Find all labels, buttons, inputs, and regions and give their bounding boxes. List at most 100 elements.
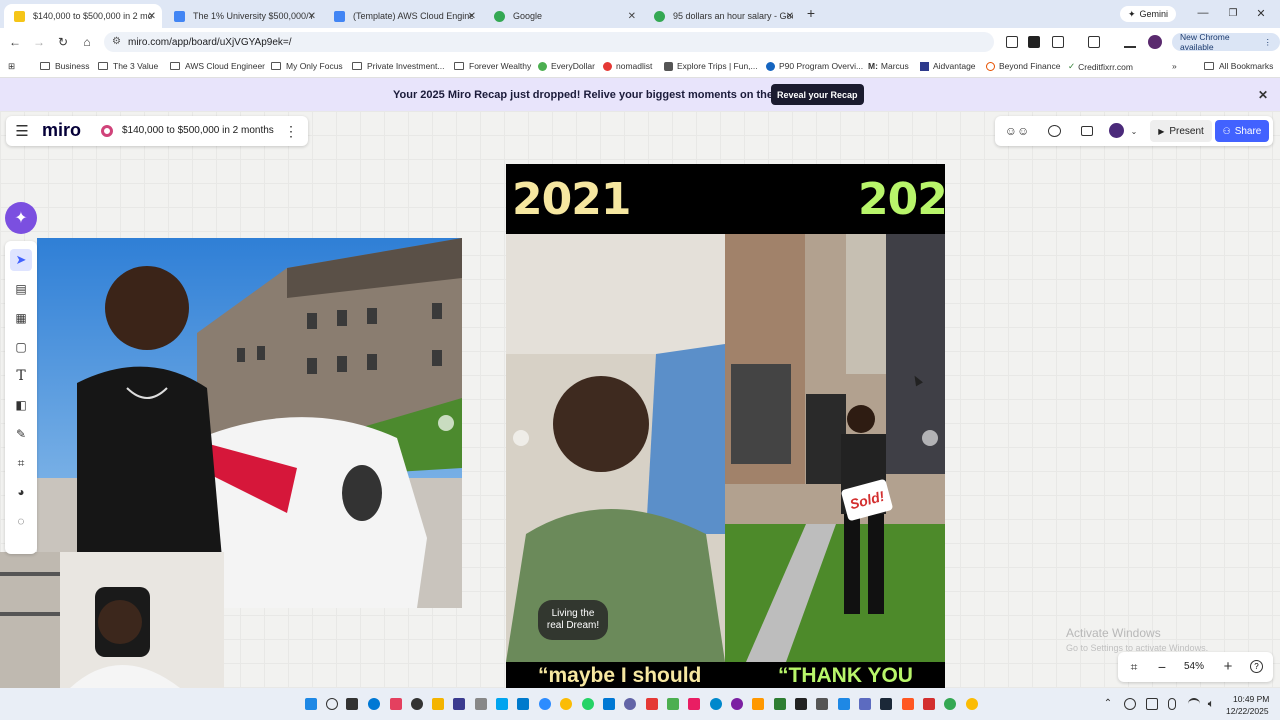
- chevron-down-icon[interactable]: ⌄: [1129, 125, 1139, 137]
- bookmark-forever-wealthy[interactable]: Forever Wealthy: [454, 61, 531, 71]
- tab-1-percent-university[interactable]: The 1% University $500,000/Ye ✕: [164, 4, 322, 28]
- volume-icon[interactable]: 🔈︎: [1204, 697, 1218, 711]
- app-icon[interactable]: [923, 698, 935, 710]
- present-button[interactable]: ▶ Present: [1150, 120, 1212, 142]
- bookmark-business[interactable]: Business: [40, 61, 90, 71]
- app-icon[interactable]: [838, 698, 850, 710]
- extension-icon[interactable]: [1006, 36, 1018, 48]
- close-tab-icon[interactable]: ✕: [468, 11, 476, 22]
- help-icon[interactable]: ?: [1250, 660, 1263, 673]
- bookmark-marcus[interactable]: M: Marcus: [868, 61, 909, 71]
- tab-google-search[interactable]: 95 dollars an hour salary - Goo ✕: [644, 4, 800, 28]
- board-image-2021-vs-2025[interactable]: 2021 2025 Sold! Liv: [506, 164, 945, 688]
- zoom-in-icon[interactable]: +: [1220, 658, 1236, 675]
- tray-overflow-icon[interactable]: ⌃: [1102, 697, 1114, 709]
- whatsapp-icon[interactable]: [582, 698, 594, 710]
- all-bookmarks[interactable]: All Bookmarks: [1204, 61, 1273, 71]
- reactions-icon[interactable]: ☺☺: [1003, 122, 1031, 140]
- pen-icon[interactable]: ✎: [13, 426, 29, 442]
- sticky-note-icon[interactable]: ▢: [13, 339, 29, 355]
- bookmark-the-3-value[interactable]: The 3 Value: [98, 61, 158, 71]
- templates-icon[interactable]: ▤: [13, 281, 29, 297]
- tab-search-icon[interactable]: [1124, 36, 1136, 48]
- close-banner-icon[interactable]: ✕: [1256, 88, 1270, 102]
- app-icon[interactable]: [859, 698, 871, 710]
- bookmark-everydollar[interactable]: EveryDollar: [538, 61, 595, 71]
- close-tab-icon[interactable]: ✕: [628, 11, 636, 22]
- app-icon[interactable]: [390, 698, 402, 710]
- close-tab-icon[interactable]: ✕: [308, 11, 316, 22]
- forward-arrow-icon[interactable]: →: [32, 35, 46, 49]
- app-icon[interactable]: [966, 698, 978, 710]
- reveal-recap-button[interactable]: Reveal your Recap: [771, 84, 864, 105]
- app-icon[interactable]: [646, 698, 658, 710]
- select-tool-icon[interactable]: ➤: [10, 249, 32, 271]
- clock-date[interactable]: 12/22/2025: [1226, 706, 1269, 716]
- tab-google[interactable]: Google ✕: [484, 4, 642, 28]
- file-explorer-icon[interactable]: [432, 698, 444, 710]
- bookmark-nomadlist[interactable]: nomadlist: [603, 61, 652, 71]
- address-bar[interactable]: ⚙ miro.com/app/board/uXjVGYAp9ek=/: [104, 32, 994, 52]
- new-chrome-available-button[interactable]: New Chrome available ⋮: [1172, 32, 1280, 52]
- reload-icon[interactable]: ↻: [56, 35, 70, 49]
- bookmark-aidvantage[interactable]: Aidvantage: [920, 61, 976, 71]
- palette-icon[interactable]: ◕: [13, 484, 29, 500]
- comments-icon[interactable]: [1048, 125, 1061, 137]
- app-icon[interactable]: [624, 698, 636, 710]
- board-options-icon[interactable]: ⋮: [284, 123, 298, 139]
- app-icon[interactable]: [411, 698, 423, 710]
- site-info-icon[interactable]: ⚙: [112, 36, 121, 47]
- app-icon[interactable]: [795, 698, 807, 710]
- tray-app-icon[interactable]: [1124, 698, 1136, 710]
- app-icon[interactable]: [752, 698, 764, 710]
- main-menu-icon[interactable]: ☰: [14, 123, 30, 140]
- board-title[interactable]: $140,000 to $500,000 in 2 months: [122, 125, 274, 136]
- app-icon[interactable]: [902, 698, 914, 710]
- tray-app-icon[interactable]: [1146, 698, 1158, 710]
- app-icon[interactable]: [688, 698, 700, 710]
- tab-miro-board[interactable]: $140,000 to $500,000 in 2 mont ✕: [4, 4, 162, 28]
- extension-icon[interactable]: [1028, 36, 1040, 48]
- app-icon[interactable]: [496, 698, 508, 710]
- video-call-icon[interactable]: [1081, 126, 1093, 136]
- telegram-icon[interactable]: [710, 698, 722, 710]
- bookmark-private-investment[interactable]: Private Investment...: [352, 61, 444, 71]
- app-icon[interactable]: [731, 698, 743, 710]
- layout-icon[interactable]: ▦: [13, 310, 29, 326]
- task-view-icon[interactable]: [346, 698, 358, 710]
- zoom-level[interactable]: 54%: [1184, 661, 1204, 672]
- new-tab-icon[interactable]: +: [804, 5, 818, 21]
- apps-grid-icon[interactable]: ⊞: [8, 61, 15, 72]
- close-tab-icon[interactable]: ✕: [786, 11, 794, 22]
- app-icon[interactable]: [603, 698, 615, 710]
- app-icon[interactable]: [816, 698, 828, 710]
- vscode-icon[interactable]: [517, 698, 529, 710]
- bookmark-p90-program[interactable]: P90 Program Overvi...: [766, 61, 863, 71]
- back-arrow-icon[interactable]: ←: [8, 35, 22, 49]
- app-icon[interactable]: [667, 698, 679, 710]
- user-avatar[interactable]: [1109, 123, 1124, 138]
- app-icon[interactable]: [944, 698, 956, 710]
- app-icon[interactable]: [475, 698, 487, 710]
- restore-window-icon[interactable]: ❐: [1226, 6, 1240, 20]
- bookmarks-overflow-icon[interactable]: »: [1172, 61, 1177, 71]
- bookmark-creditfixrr[interactable]: ✓ Creditfixrr.com: [1068, 61, 1133, 72]
- steam-icon[interactable]: [880, 698, 892, 710]
- app-icon[interactable]: [774, 698, 786, 710]
- cast-icon[interactable]: [1088, 36, 1100, 48]
- puzzle-extensions-icon[interactable]: [1052, 36, 1064, 48]
- miro-logo[interactable]: miro: [42, 120, 81, 141]
- ai-assistant-button[interactable]: ✦: [5, 202, 37, 234]
- zoom-out-icon[interactable]: −: [1154, 659, 1170, 675]
- tab-aws-template[interactable]: (Template) AWS Cloud Enginee ✕: [324, 4, 482, 28]
- edge-browser-icon[interactable]: [368, 698, 380, 710]
- comment-tool-icon[interactable]: ◌: [13, 513, 29, 529]
- microphone-icon[interactable]: [1168, 698, 1176, 710]
- text-tool-icon[interactable]: T: [13, 368, 29, 384]
- app-icon[interactable]: [453, 698, 465, 710]
- minimize-window-icon[interactable]: —: [1196, 6, 1210, 20]
- chrome-icon[interactable]: [560, 698, 572, 710]
- zoom-app-icon[interactable]: [539, 698, 551, 710]
- bookmark-beyond-finance[interactable]: Beyond Finance: [986, 61, 1060, 71]
- windows-start-icon[interactable]: [305, 698, 317, 710]
